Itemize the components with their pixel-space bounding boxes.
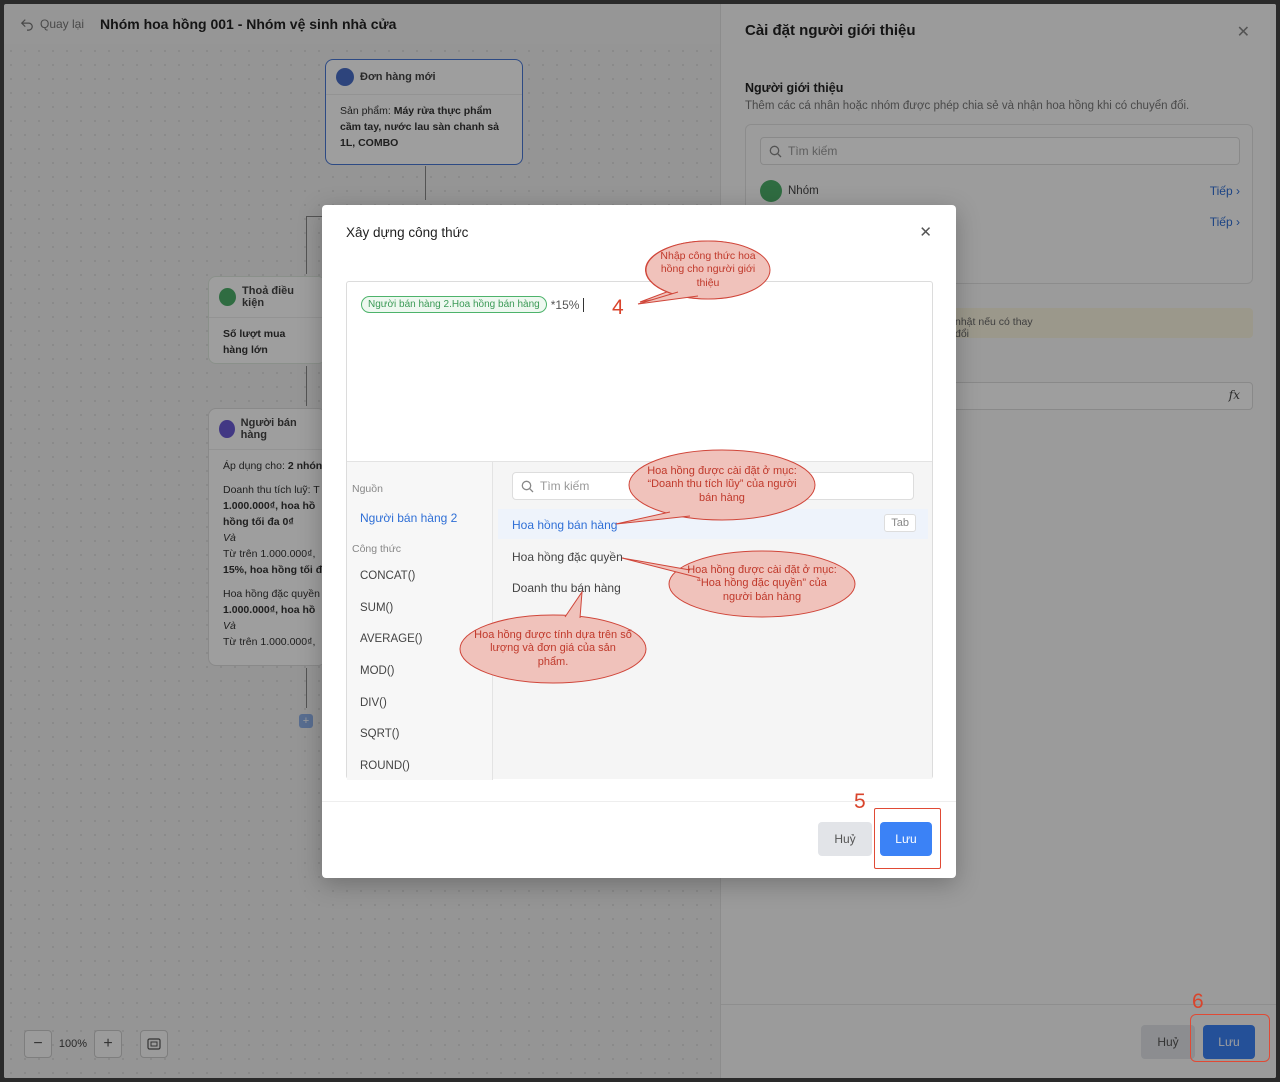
formula-builder-modal: Xây dựng công thức ✕ Người bán hàng 2.Ho… xyxy=(322,205,956,878)
field-sales-revenue[interactable]: Doanh thu bán hàng xyxy=(512,581,621,595)
formula-line[interactable]: Người bán hàng 2.Hoa hồng bán hàng *15% xyxy=(361,296,585,313)
field-privilege-commission[interactable]: Hoa hồng đặc quyền xyxy=(512,550,623,564)
modal-cancel-button[interactable]: Huỷ xyxy=(818,822,872,856)
callout-b-text: Hoa hồng được cài đặt ở mục: “Hoa hồng đ… xyxy=(687,563,837,603)
step-number-4: 4 xyxy=(612,296,624,319)
function-round[interactable]: ROUND() xyxy=(360,760,410,772)
step-number-6: 6 xyxy=(1192,990,1204,1013)
text-caret xyxy=(583,297,585,312)
function-average[interactable]: AVERAGE() xyxy=(360,633,422,645)
function-mod[interactable]: MOD() xyxy=(360,665,395,677)
highlight-panel-save xyxy=(1190,1014,1270,1062)
search-icon xyxy=(521,480,534,492)
step-number-5: 5 xyxy=(854,790,866,813)
modal-close-icon[interactable]: ✕ xyxy=(919,223,932,241)
formula-editor[interactable]: Người bán hàng 2.Hoa hồng bán hàng *15% … xyxy=(346,281,933,780)
tab-key-hint: Tab xyxy=(884,514,916,532)
source-group-label: Nguồn xyxy=(352,483,383,495)
formula-group-label: Công thức xyxy=(352,543,402,555)
callout-a-text: Hoa hồng được cài đặt ở mục: “Doanh thu … xyxy=(647,464,797,504)
function-div[interactable]: DIV() xyxy=(360,697,387,709)
field-sales-commission[interactable]: Hoa hồng bán hàng xyxy=(512,518,617,532)
formula-suffix: *15% xyxy=(550,297,580,312)
modal-title: Xây dựng công thức xyxy=(346,225,469,240)
function-sum[interactable]: SUM() xyxy=(360,602,393,614)
highlight-modal-save xyxy=(874,808,941,869)
callout-4-text: Nhập công thức hoa hồng cho người giới t… xyxy=(660,249,756,289)
callout-c-text: Hoa hồng được tính dựa trên số lượng và … xyxy=(474,628,632,668)
variable-chip[interactable]: Người bán hàng 2.Hoa hồng bán hàng xyxy=(361,296,547,313)
function-concat[interactable]: CONCAT() xyxy=(360,570,415,582)
function-sqrt[interactable]: SQRT() xyxy=(360,728,399,740)
search-placeholder: Tìm kiếm xyxy=(540,479,590,493)
source-item-seller-2[interactable]: Người bán hàng 2 xyxy=(360,511,457,525)
